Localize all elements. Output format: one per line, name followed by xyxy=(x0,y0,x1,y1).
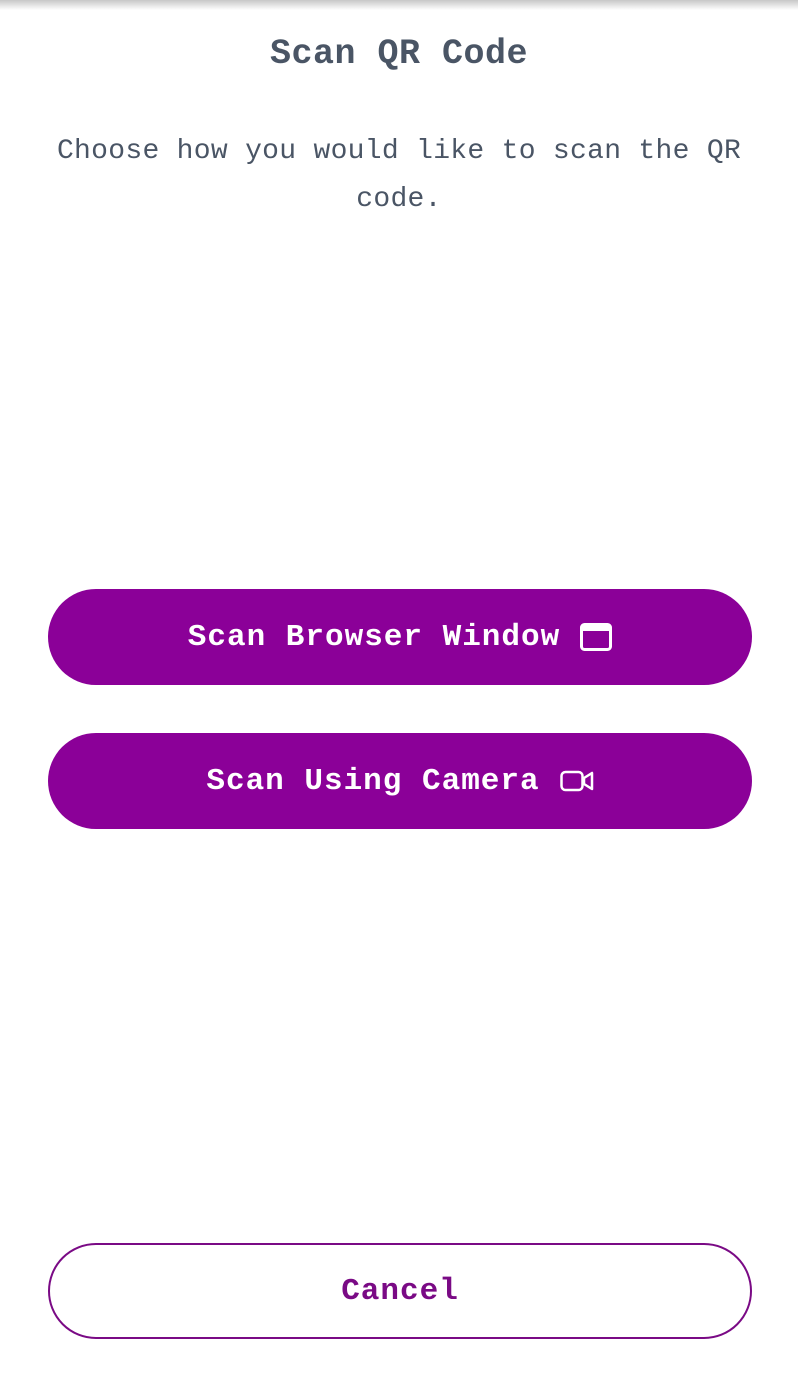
scan-using-camera-label: Scan Using Camera xyxy=(206,763,540,799)
video-camera-icon xyxy=(559,770,594,792)
scan-qr-dialog: Scan QR Code Choose how you would like t… xyxy=(0,0,798,1385)
scan-using-camera-button[interactable]: Scan Using Camera xyxy=(48,733,752,829)
dialog-description: Choose how you would like to scan the QR… xyxy=(56,136,742,215)
browser-window-icon xyxy=(580,623,613,651)
scan-browser-window-label: Scan Browser Window xyxy=(187,619,561,655)
cancel-button[interactable]: Cancel xyxy=(48,1243,752,1339)
scan-browser-window-button[interactable]: Scan Browser Window xyxy=(48,589,752,685)
cancel-label: Cancel xyxy=(341,1273,459,1309)
dialog-title: Scan QR Code xyxy=(269,34,529,74)
